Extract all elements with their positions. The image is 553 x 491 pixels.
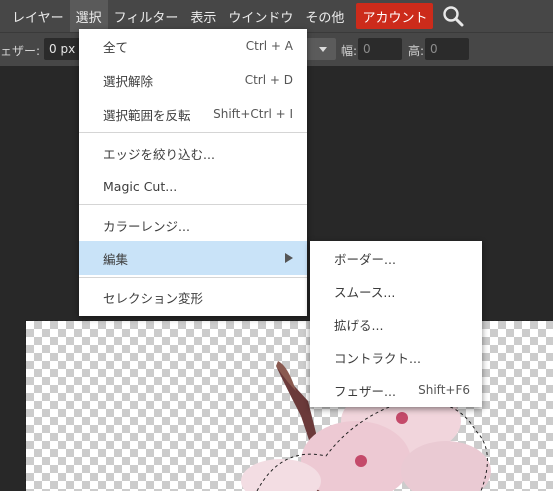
menu-item-invert-selection[interactable]: 選択範囲を反転 Shift+Ctrl + I <box>79 97 307 131</box>
submenu-item-border[interactable]: ボーダー... <box>310 241 482 275</box>
edit-submenu: ボーダー... スムース... 拡げる... コントラクト... フェザー...… <box>310 241 482 407</box>
menu-item-shortcut: Shift+F6 <box>418 383 470 397</box>
menu-more[interactable]: その他 <box>299 0 350 32</box>
menu-view[interactable]: 表示 <box>184 0 222 32</box>
width-label: 幅: <box>341 44 358 58</box>
menu-item-edit[interactable]: 編集 <box>79 241 307 275</box>
menu-item-refine-edge[interactable]: エッジを絞り込む... <box>79 136 307 170</box>
menu-window[interactable]: ウインドウ <box>222 0 299 32</box>
menu-item-label: 編集 <box>103 251 129 267</box>
menu-divider <box>79 204 307 205</box>
submenu-item-smooth[interactable]: スムース... <box>310 274 482 308</box>
style-dropdown[interactable] <box>306 38 336 60</box>
chevron-right-icon <box>285 253 293 263</box>
menu-item-label: コントラクト... <box>334 350 421 366</box>
menu-layer[interactable]: レイヤー <box>0 0 70 32</box>
menu-item-label: 選択範囲を反転 <box>103 107 191 123</box>
menu-divider <box>79 277 307 278</box>
height-input[interactable]: 0 <box>425 38 469 60</box>
menu-item-shortcut: Shift+Ctrl + I <box>213 107 293 121</box>
menu-divider <box>79 132 307 133</box>
menu-item-label: エッジを絞り込む... <box>103 146 215 162</box>
account-button[interactable]: アカウント <box>356 3 434 29</box>
menubar: レイヤー 選択 フィルター 表示 ウインドウ その他 アカウント <box>0 0 553 32</box>
menu-filter[interactable]: フィルター <box>108 0 185 32</box>
submenu-item-expand[interactable]: 拡げる... <box>310 307 482 341</box>
menu-item-shortcut: Ctrl + A <box>245 39 293 53</box>
menu-item-deselect[interactable]: 選択解除 Ctrl + D <box>79 63 307 97</box>
menu-item-magic-cut[interactable]: Magic Cut... <box>79 169 307 203</box>
menu-item-label: 拡げる... <box>334 317 384 333</box>
menu-item-label: Magic Cut... <box>103 178 178 194</box>
submenu-item-feather[interactable]: フェザー... Shift+F6 <box>310 373 482 407</box>
menu-select[interactable]: 選択 <box>69 0 108 32</box>
menu-item-label: フェザー... <box>334 383 396 399</box>
width-input[interactable]: 0 <box>358 38 402 60</box>
menu-item-label: セレクション変形 <box>103 290 204 306</box>
menu-item-color-range[interactable]: カラーレンジ... <box>79 208 307 242</box>
menu-item-label: スムース... <box>334 284 396 300</box>
menu-item-select-all[interactable]: 全て Ctrl + A <box>79 29 307 63</box>
menu-item-transform-selection[interactable]: セレクション変形 <box>79 280 307 314</box>
height-label: 高: <box>408 44 425 58</box>
menu-item-label: ボーダー... <box>334 251 396 267</box>
menu-item-label: 選択解除 <box>103 73 154 89</box>
chevron-down-icon <box>319 47 327 52</box>
feather-input[interactable]: 0 px <box>44 38 82 60</box>
select-menu: 全て Ctrl + A 選択解除 Ctrl + D 選択範囲を反転 Shift+… <box>79 29 307 316</box>
submenu-item-contract[interactable]: コントラクト... <box>310 340 482 374</box>
menu-item-shortcut: Ctrl + D <box>244 73 293 87</box>
menu-item-label: 全て <box>103 39 129 55</box>
menu-item-label: カラーレンジ... <box>103 218 190 234</box>
search-icon[interactable] <box>441 4 465 28</box>
feather-label: ェザー: <box>0 44 41 58</box>
